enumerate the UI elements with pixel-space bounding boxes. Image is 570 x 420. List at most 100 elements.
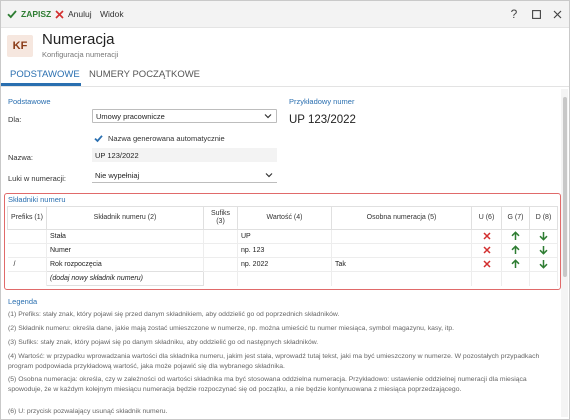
arrow-up-icon	[511, 244, 520, 254]
column-header: Składnik numeru (2)	[46, 206, 204, 230]
legend-title: Legenda	[8, 297, 38, 306]
delete-x-icon	[482, 231, 491, 240]
help-button[interactable]: ?	[505, 5, 523, 23]
arrow-up-icon	[511, 230, 520, 240]
tab-podstawowe[interactable]: PODSTAWOWE	[10, 69, 80, 80]
dla-select[interactable]: Umowy pracownicze	[92, 109, 277, 123]
table-row[interactable]: Numer np. 123	[7, 243, 558, 258]
separate-cell[interactable]	[331, 243, 472, 258]
move-down-button[interactable]	[529, 243, 558, 258]
column-header: Sufiks (3)	[203, 206, 238, 230]
view-menu-button[interactable]: Widok	[100, 7, 124, 21]
delete-button[interactable]	[471, 229, 502, 244]
suffix-cell[interactable]	[203, 243, 238, 258]
empty-cell	[331, 271, 472, 286]
legend-item: (1) Prefiks: stały znak, który pojawi si…	[8, 311, 340, 318]
arrow-down-icon	[539, 245, 548, 255]
components-section-title: Składniki numeru	[8, 195, 66, 204]
luki-select[interactable]: Nie wypełniaj	[92, 169, 277, 183]
close-window-icon	[553, 10, 561, 18]
delete-x-icon	[482, 259, 491, 268]
page-subtitle: Konfiguracja numeracji	[42, 50, 119, 59]
arrow-down-icon	[539, 259, 548, 269]
chevron-down-icon	[264, 114, 272, 119]
preview-value: UP 123/2022	[289, 114, 356, 126]
legend-item: (3) Sufiks: stały znak, który pojawi się…	[8, 339, 319, 346]
window: ZAPISZ Anuluj Widok ? KF Numeracja Konfi…	[0, 0, 570, 420]
nazwa-field: UP 123/2022	[92, 148, 277, 162]
active-tab-indicator	[1, 83, 81, 86]
empty-cell	[501, 271, 530, 286]
add-component-input[interactable]: (dodaj nowy składnik numeru)	[46, 271, 204, 286]
move-down-button[interactable]	[529, 257, 558, 272]
dla-value: Umowy pracownicze	[96, 111, 165, 121]
empty-cell	[237, 271, 332, 286]
help-icon: ?	[510, 7, 518, 21]
basic-section-title: Podstawowe	[8, 97, 51, 106]
legend-item: (6) U: przycisk pozwalający usunąć skład…	[8, 408, 168, 415]
delete-button[interactable]	[471, 257, 502, 272]
value-cell[interactable]: np. 123	[237, 243, 332, 258]
suffix-cell[interactable]	[203, 257, 238, 272]
view-label: Widok	[100, 9, 124, 19]
delete-button[interactable]	[471, 243, 502, 258]
close-window-button[interactable]	[548, 5, 566, 23]
legend-item: (4) Wartość: w przypadku wprowadzania wa…	[8, 353, 540, 370]
checkmark-icon	[94, 135, 103, 143]
column-header: Prefiks (1)	[7, 206, 47, 230]
preview-label: Przykładowy numer	[289, 97, 355, 106]
legend-item: (2) Składnik numeru: określa dane, jakie…	[8, 325, 455, 332]
cancel-label: Anuluj	[68, 9, 92, 19]
empty-cell	[471, 271, 502, 286]
tab-bar: PODSTAWOWE NUMERY POCZĄTKOWE	[1, 65, 569, 87]
empty-cell	[203, 271, 238, 286]
save-label: ZAPISZ	[21, 9, 52, 19]
suffix-cell[interactable]	[203, 229, 238, 244]
component-cell[interactable]: Numer	[46, 243, 204, 258]
value-cell[interactable]: UP	[237, 229, 332, 244]
auto-name-label: Nazwa generowana automatycznie	[108, 134, 225, 143]
maximize-button[interactable]	[527, 5, 545, 23]
value-cell[interactable]: np. 2022	[237, 257, 332, 272]
cancel-button[interactable]: Anuluj	[55, 7, 92, 21]
table-header-row: Prefiks (1) Składnik numeru (2) Sufiks (…	[7, 206, 558, 230]
dla-label: Dla:	[8, 115, 22, 124]
components-table: Prefiks (1) Składnik numeru (2) Sufiks (…	[7, 206, 558, 286]
nazwa-label: Nazwa:	[8, 153, 34, 162]
delete-x-icon	[482, 245, 491, 254]
table-row[interactable]: Stała UP	[7, 229, 558, 244]
component-cell[interactable]: Stała	[46, 229, 204, 244]
scrollbar-thumb[interactable]	[563, 97, 567, 277]
column-header: G (7)	[501, 206, 530, 230]
move-up-button[interactable]	[501, 257, 530, 272]
component-cell[interactable]: Rok rozpoczęcia	[46, 257, 204, 272]
save-button[interactable]: ZAPISZ	[7, 7, 51, 21]
legend-item: (5) Osobna numeracja: określa, czy w zal…	[8, 376, 527, 393]
auto-name-checkbox[interactable]: Nazwa generowana automatycznie	[94, 134, 225, 143]
close-icon	[55, 9, 64, 19]
separate-cell[interactable]	[331, 229, 472, 244]
app-badge: KF	[7, 35, 33, 57]
empty-cell	[7, 271, 47, 286]
column-header: D (8)	[529, 206, 558, 230]
move-up-button[interactable]	[501, 243, 530, 258]
table-row[interactable]: / Rok rozpoczęcia np. 2022 Tak	[7, 257, 558, 272]
move-up-button[interactable]	[501, 229, 530, 244]
column-header: Osobna numeracja (5)	[331, 206, 472, 230]
check-icon	[7, 10, 17, 19]
arrow-down-icon	[539, 231, 548, 241]
toolbar: ZAPISZ Anuluj Widok ?	[1, 1, 569, 28]
luki-value: Nie wypełniaj	[95, 171, 140, 180]
separate-cell[interactable]: Tak	[331, 257, 472, 272]
add-row[interactable]: (dodaj nowy składnik numeru)	[7, 271, 558, 286]
page-title: Numeracja	[42, 31, 115, 48]
prefix-cell[interactable]	[7, 229, 47, 244]
prefix-cell[interactable]: /	[7, 257, 47, 272]
maximize-icon	[531, 9, 541, 19]
nazwa-value: UP 123/2022	[95, 150, 139, 160]
column-header: Wartość (4)	[237, 206, 332, 230]
prefix-cell[interactable]	[7, 243, 47, 258]
move-down-button[interactable]	[529, 229, 558, 244]
empty-cell	[529, 271, 558, 286]
tab-numery-poczatkowe[interactable]: NUMERY POCZĄTKOWE	[89, 69, 200, 80]
